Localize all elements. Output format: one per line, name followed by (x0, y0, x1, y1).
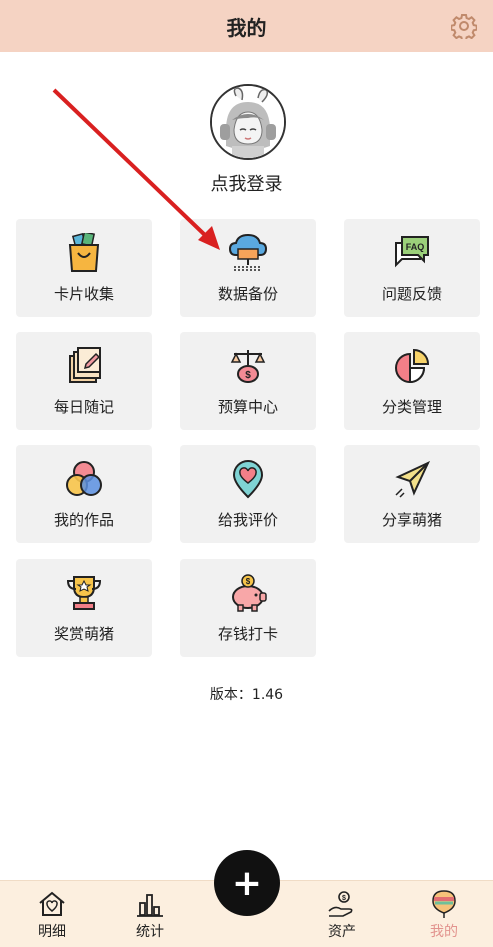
card-share[interactable]: 分享萌猪 (344, 445, 480, 543)
card-feedback[interactable]: FAQ 问题反馈 (344, 219, 480, 317)
svg-text:$: $ (342, 895, 346, 902)
card-label: 卡片收集 (53, 285, 114, 303)
tab-assets[interactable]: $ 资产 (312, 885, 372, 943)
color-circles-icon (66, 461, 102, 496)
piggy-bank-icon: $ (232, 574, 267, 612)
home-heart-icon (39, 891, 65, 916)
faq-icon: FAQ (395, 236, 429, 268)
card-label: 分类管理 (381, 398, 442, 416)
svg-text:$: $ (246, 577, 251, 586)
tab-mine[interactable]: 我的 (414, 885, 474, 943)
card-reward[interactable]: 奖赏萌猪 (16, 559, 152, 657)
pie-chart-icon (395, 348, 430, 384)
card-budget-center[interactable]: $ 预算中心 (180, 332, 316, 430)
card-label: 我的作品 (53, 511, 114, 529)
card-label: 预算中心 (217, 398, 278, 416)
balloon-icon (432, 890, 456, 918)
card-rate-us[interactable]: 给我评价 (180, 445, 316, 543)
svg-text:FAQ: FAQ (406, 242, 425, 252)
heart-pin-icon (232, 460, 264, 499)
card-label: 给我评价 (217, 511, 278, 529)
card-category-management[interactable]: 分类管理 (344, 332, 480, 430)
tab-label: 统计 (136, 924, 164, 940)
feature-grid: 卡片收集 数据备份 FAQ 问题反馈 每日随记 $ 预算中心 分类管理 我的作品… (0, 0, 493, 700)
notes-pen-icon (69, 347, 101, 383)
shopping-bag-icon (68, 233, 100, 272)
trophy-icon (66, 576, 102, 610)
card-label: 每日随记 (53, 398, 114, 416)
tab-details[interactable]: 明细 (22, 885, 82, 943)
add-record-button[interactable]: + (214, 850, 280, 916)
svg-text:$: $ (245, 370, 251, 381)
paper-plane-icon (395, 460, 431, 498)
card-my-works[interactable]: 我的作品 (16, 445, 152, 543)
cloud-server-icon (228, 233, 268, 271)
tab-label: 资产 (328, 924, 356, 940)
tab-statistics[interactable]: 统计 (120, 885, 180, 943)
hand-coin-icon: $ (328, 891, 353, 917)
tab-label: 明细 (38, 924, 66, 940)
balance-scale-icon: $ (230, 350, 266, 383)
tab-label: 我的 (430, 924, 458, 940)
card-label: 数据备份 (217, 285, 278, 303)
card-label: 奖赏萌猪 (53, 625, 114, 643)
card-label: 分享萌猪 (381, 511, 442, 529)
bar-chart-icon (137, 894, 163, 917)
card-savings-checkin[interactable]: $ 存钱打卡 (180, 559, 316, 657)
version-label: 版本：1.46 (209, 687, 284, 703)
card-label: 存钱打卡 (217, 625, 278, 643)
card-data-backup[interactable]: 数据备份 (180, 219, 316, 317)
card-label: 问题反馈 (381, 285, 442, 303)
card-daily-notes[interactable]: 每日随记 (16, 332, 152, 430)
card-collection[interactable]: 卡片收集 (16, 219, 152, 317)
